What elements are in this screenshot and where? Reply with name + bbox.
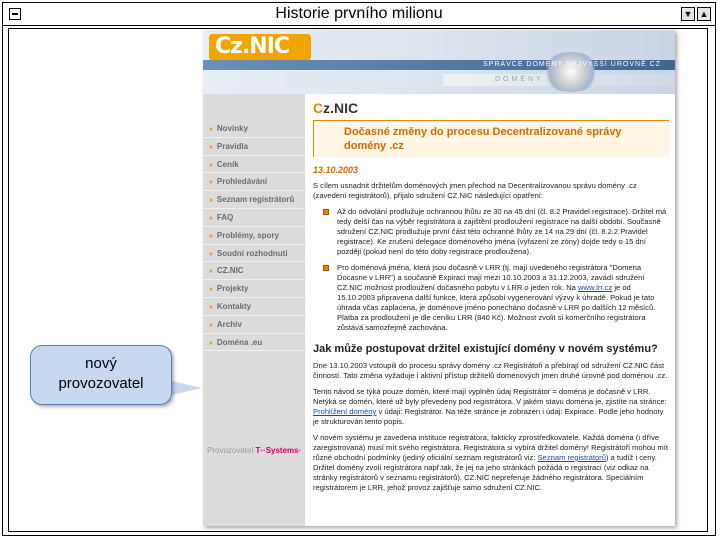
arrow-icon: » xyxy=(209,339,213,347)
page-content: Cz.NIC Dočasné změny do procesu Decentra… xyxy=(313,94,669,493)
nav-item-pravidla[interactable]: » Pravidla xyxy=(203,138,305,156)
nav-item-cenik[interactable]: » Ceník xyxy=(203,156,305,174)
nav-item-faq[interactable]: » FAQ xyxy=(203,209,305,227)
nav-item-kontakty[interactable]: » Kontakty xyxy=(203,298,305,316)
scroll-up-button[interactable]: ▲ xyxy=(697,7,711,21)
callout-text: nový provozovatel xyxy=(58,355,144,392)
page-title: Cz.NIC xyxy=(313,100,359,116)
arrow-icon: » xyxy=(209,268,213,276)
paragraph: Tento návod se týká pouze domén, které m… xyxy=(313,387,667,426)
arrow-icon: » xyxy=(209,250,213,258)
bullet-item: Pro doménová jména, která jsou dočasně v… xyxy=(313,263,669,333)
callout-pointer xyxy=(168,380,202,396)
nav-item-seznam-registratoru[interactable]: » Seznam registrátorů xyxy=(203,191,305,209)
arrow-icon: » xyxy=(209,321,213,329)
site-sidebar: » Novinky » Pravidla » Ceník » Prohledávání … xyxy=(203,94,305,526)
nav-item-prohledavani[interactable]: » Prohledávání xyxy=(203,173,305,192)
nav-item-archiv[interactable]: » Archiv xyxy=(203,316,305,334)
article-date: 13.10.2003 xyxy=(313,165,359,175)
arrow-icon: » xyxy=(209,232,213,240)
webpage-screenshot: Cz.NIC SPRÁVCE DOMÉNY NEJVYŠŠÍ ÚROVNĚ CZ… xyxy=(203,30,675,526)
banner-word: DOMÉNY xyxy=(495,76,544,83)
article-headline: Dočasné změny do procesu Decentralizovan… xyxy=(313,120,669,157)
intro-paragraph: S cílem usnadnit držitelům doménových jm… xyxy=(313,181,637,200)
window-titlebar: Historie prvního milionu ▼ ▲ xyxy=(2,2,716,26)
arrow-icon: » xyxy=(209,214,213,222)
window-title: Historie prvního milionu xyxy=(275,5,443,22)
arrow-icon: » xyxy=(209,161,213,169)
nav-item-projekty[interactable]: » Projekty xyxy=(203,280,305,298)
nav-item-soudni-rozhodnuti[interactable]: » Soudní rozhodnutí xyxy=(203,245,305,263)
paragraph: V novém systému je zavedena instituce re… xyxy=(313,433,668,492)
site-banner: Cz.NIC SPRÁVCE DOMÉNY NEJVYŠŠÍ ÚROVNĚ CZ… xyxy=(203,30,675,94)
operator-line: Provozovatel T··Systems· xyxy=(207,446,302,455)
section-heading: Jak může postupovat držitel existující d… xyxy=(313,343,658,355)
nav-item-problemy-spory[interactable]: » Problémy, spory xyxy=(203,227,305,245)
bullet-item: Až do odvolání prodlužuje ochrannou lhůt… xyxy=(313,207,669,257)
nav-item-domena-eu[interactable]: » Doména .eu xyxy=(203,334,305,352)
arrow-icon: » xyxy=(209,179,213,187)
paragraph: Dne 13.10.2003 vstoupili do procesu sprá… xyxy=(313,361,668,380)
tsystems-logo[interactable]: T··Systems· xyxy=(255,446,301,455)
site-tagline: SPRÁVCE DOMÉNY NEJVYŠŠÍ ÚROVNĚ CZ xyxy=(483,61,661,68)
arrow-icon: » xyxy=(209,197,213,205)
arrow-icon: » xyxy=(209,303,213,311)
arrow-icon: » xyxy=(209,286,213,294)
lrr-link[interactable]: www.lrr.cz xyxy=(578,283,612,292)
scroll-down-button[interactable]: ▼ xyxy=(681,7,695,21)
nav-item-cznic[interactable]: » CZ.NIC xyxy=(203,262,305,281)
site-logo[interactable]: Cz.NIC xyxy=(209,34,311,60)
domain-lookup-link[interactable]: Prohlížení domény xyxy=(313,407,376,416)
arrow-icon: » xyxy=(209,126,213,133)
arrow-icon: » xyxy=(209,143,213,151)
registrar-list-link[interactable]: Seznam registrátorů xyxy=(538,453,606,462)
nav-item-novinky[interactable]: » Novinky xyxy=(203,120,305,138)
eye-graphic xyxy=(541,52,601,92)
